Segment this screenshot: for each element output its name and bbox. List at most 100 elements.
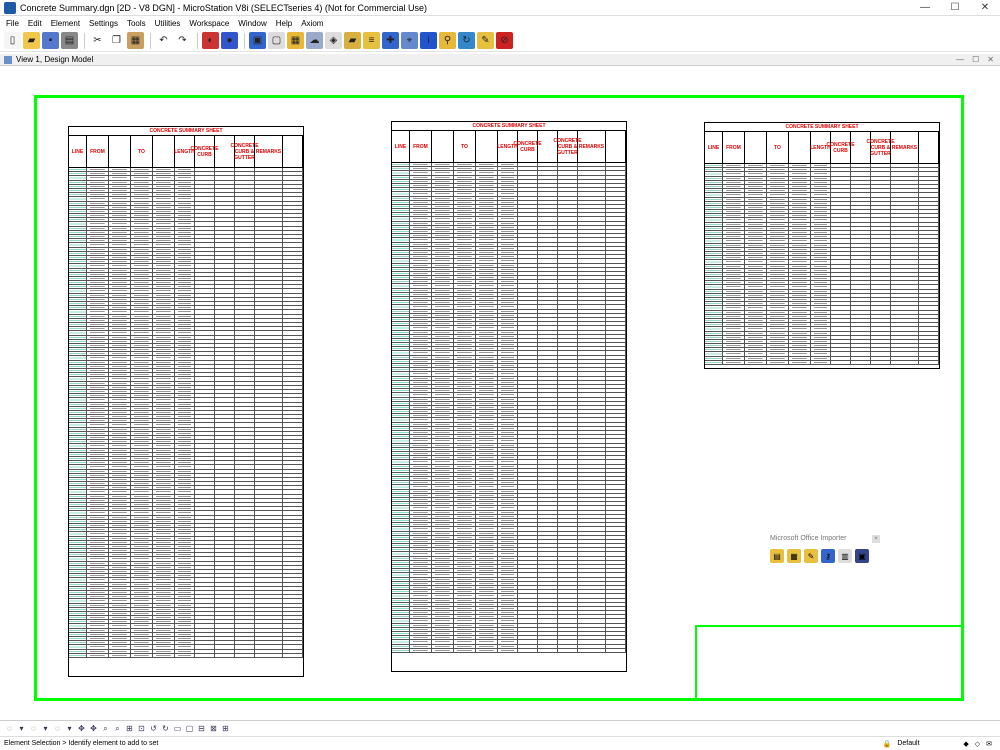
message-center-icon[interactable]: ✉: [986, 740, 992, 748]
table-cell: [454, 401, 476, 405]
table-cell: [558, 322, 578, 326]
table-cell: [109, 406, 131, 410]
lock-icon[interactable]: 🔒: [883, 740, 892, 748]
view-control-13-icon[interactable]: ↻: [160, 723, 171, 734]
table-icon[interactable]: ▦: [287, 32, 304, 49]
folder-tools-icon[interactable]: ▰: [344, 32, 361, 49]
snap-status-icon[interactable]: ◆: [963, 740, 968, 748]
view-control-16-icon[interactable]: ⊟: [196, 723, 207, 734]
table-cell: [235, 360, 255, 364]
cloud-icon[interactable]: ☁: [306, 32, 323, 49]
view-icon[interactable]: ▣: [249, 32, 266, 49]
table-cell: [578, 338, 606, 343]
view-control-15-icon[interactable]: ▢: [184, 723, 195, 734]
table-cell: [851, 302, 871, 306]
view-minimize-button[interactable]: —: [956, 55, 964, 64]
table-cell: [919, 184, 939, 189]
view-close-button[interactable]: ✕: [987, 55, 994, 64]
no-symbol-icon[interactable]: ⊘: [496, 32, 513, 49]
table-cell: [392, 472, 410, 477]
save-icon[interactable]: ▪: [42, 32, 59, 49]
active-level[interactable]: Default: [897, 740, 957, 747]
view-control-9-icon[interactable]: ⌕: [112, 723, 123, 734]
snap-icon[interactable]: ⌖: [401, 32, 418, 49]
table-cell: [606, 343, 626, 347]
view-control-10-icon[interactable]: ⊞: [124, 723, 135, 734]
globe-icon[interactable]: ●: [221, 32, 238, 49]
table-cell: [283, 168, 303, 172]
minimize-button[interactable]: —: [910, 0, 940, 16]
table-cell: [69, 595, 87, 599]
import-excel-icon[interactable]: ▦: [787, 549, 801, 563]
accudraw-icon[interactable]: ◇: [975, 740, 980, 748]
view-control-3-icon[interactable]: ▾: [40, 723, 51, 734]
menu-edit[interactable]: Edit: [28, 19, 42, 28]
cut-icon[interactable]: ✂: [89, 32, 106, 49]
undo-icon[interactable]: ↶: [155, 32, 172, 49]
measure-icon[interactable]: ✚: [382, 32, 399, 49]
document-icon[interactable]: ▢: [268, 32, 285, 49]
table-cell: [175, 528, 195, 532]
menu-settings[interactable]: Settings: [89, 19, 118, 28]
view-maximize-button[interactable]: ☐: [972, 55, 979, 64]
menu-window[interactable]: Window: [238, 19, 266, 28]
stack-icon[interactable]: ≡: [363, 32, 380, 49]
menu-element[interactable]: Element: [51, 19, 80, 28]
table-cell: [606, 426, 626, 430]
table-cell: [578, 606, 606, 611]
table-cell: [871, 356, 891, 360]
copy-icon[interactable]: ❐: [108, 32, 125, 49]
info-icon[interactable]: i: [420, 32, 437, 49]
drawing-canvas[interactable]: CONCRETE SUMMARY SHEET LINE FROM TO LENGTH CO…: [4, 67, 994, 718]
menu-workspace[interactable]: Workspace: [189, 19, 229, 28]
pencil-icon[interactable]: ✎: [477, 32, 494, 49]
view-control-1-icon[interactable]: ▾: [16, 723, 27, 734]
table-cell: [255, 373, 283, 377]
refresh-icon[interactable]: ↻: [458, 32, 475, 49]
view-control-8-icon[interactable]: ⌕: [100, 723, 111, 734]
open-folder-icon[interactable]: ▰: [23, 32, 40, 49]
view-control-18-icon[interactable]: ⊞: [220, 723, 231, 734]
menu-tools[interactable]: Tools: [127, 19, 146, 28]
zoom-icon[interactable]: ⚲: [439, 32, 456, 49]
render-icon[interactable]: ◐: [202, 32, 219, 49]
view-control-2-icon[interactable]: ◌: [28, 723, 39, 734]
print-icon[interactable]: ▤: [61, 32, 78, 49]
menu-utilities[interactable]: Utilities: [155, 19, 181, 28]
view-control-12-icon[interactable]: ↺: [148, 723, 159, 734]
maximize-button[interactable]: ☐: [940, 0, 970, 16]
table-cell: [538, 209, 558, 213]
table-cell: [109, 264, 131, 268]
table-cell: [558, 648, 578, 652]
table-cell: [153, 519, 175, 523]
menu-axiom[interactable]: Axiom: [301, 19, 323, 28]
table-cell: [476, 573, 498, 577]
import-link-icon[interactable]: ⚷: [821, 549, 835, 563]
view-control-5-icon[interactable]: ▾: [64, 723, 75, 734]
redo-icon[interactable]: ↷: [174, 32, 191, 49]
importer-close-button[interactable]: ×: [872, 535, 880, 543]
table-cell: [195, 507, 215, 511]
view-control-17-icon[interactable]: ⊠: [208, 723, 219, 734]
menu-file[interactable]: File: [6, 19, 19, 28]
view-control-14-icon[interactable]: ▭: [172, 723, 183, 734]
layer-icon[interactable]: ◈: [325, 32, 342, 49]
close-button[interactable]: ✕: [970, 0, 1000, 16]
table-cell: [131, 197, 153, 201]
table-cell: [175, 595, 195, 599]
view-control-11-icon[interactable]: ⊡: [136, 723, 147, 734]
new-file-icon[interactable]: ▯: [4, 32, 21, 49]
table-cell: [392, 590, 410, 594]
paste-icon[interactable]: ▦: [127, 32, 144, 49]
table-cell: [454, 301, 476, 305]
import-compare-icon[interactable]: ▥: [838, 549, 852, 563]
menu-help[interactable]: Help: [276, 19, 292, 28]
import-word-icon[interactable]: ▤: [770, 549, 784, 563]
view-control-6-icon[interactable]: ✥: [76, 723, 87, 734]
view-control-0-icon[interactable]: ◌: [4, 723, 15, 734]
import-edit-icon[interactable]: ✎: [804, 549, 818, 563]
table-cell: [789, 302, 811, 306]
view-control-4-icon[interactable]: ◌: [52, 723, 63, 734]
import-table-icon[interactable]: ▣: [855, 549, 869, 563]
view-control-7-icon[interactable]: ✥: [88, 723, 99, 734]
